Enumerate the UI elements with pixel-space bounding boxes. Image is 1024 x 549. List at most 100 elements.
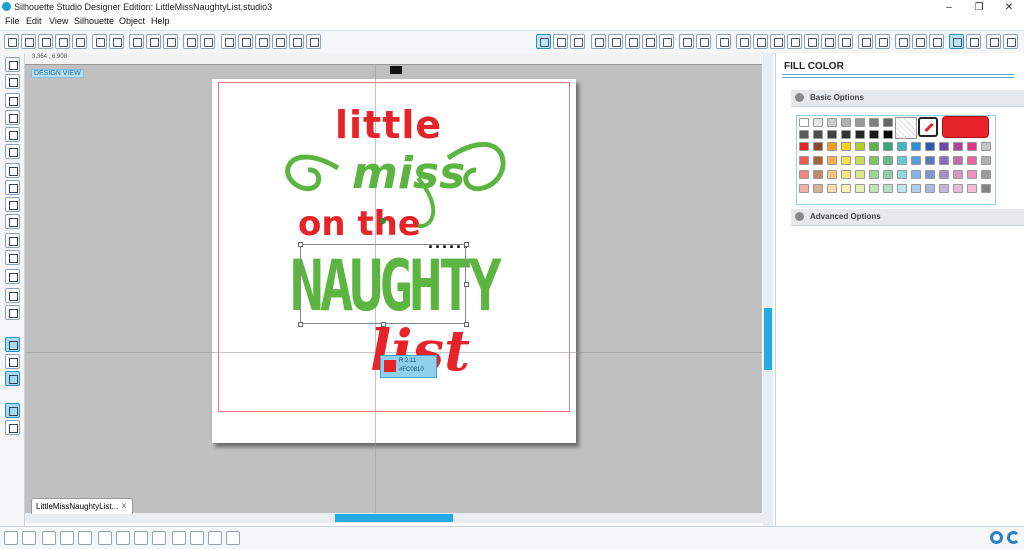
color-swatch[interactable] [869, 184, 879, 193]
smooth-freehand-icon[interactable] [5, 233, 20, 248]
zoom-select-icon[interactable] [272, 34, 287, 49]
ungroup-icon[interactable] [78, 531, 92, 545]
color-swatch[interactable] [911, 142, 921, 151]
rotate-handle[interactable] [380, 218, 386, 224]
color-picker-icon[interactable] [918, 117, 938, 137]
color-swatch[interactable] [953, 142, 963, 151]
color-swatch[interactable] [799, 142, 809, 151]
store-icon[interactable] [895, 34, 910, 49]
knife-icon[interactable] [1003, 34, 1018, 49]
color-swatch[interactable] [967, 184, 977, 193]
select-tool-icon[interactable] [5, 57, 20, 72]
settings-gear-icon[interactable] [990, 531, 1003, 544]
fit-to-page-icon[interactable] [306, 34, 321, 49]
menu-help[interactable]: Help [151, 16, 170, 26]
color-swatch[interactable] [841, 170, 851, 179]
send-to-back-icon[interactable] [152, 531, 166, 545]
color-swatch[interactable] [855, 118, 865, 127]
design-view-icon[interactable] [536, 34, 551, 49]
page-setup-icon[interactable] [553, 34, 568, 49]
color-swatch[interactable] [813, 156, 823, 165]
color-swatch[interactable] [911, 156, 921, 165]
print-icon[interactable] [92, 34, 107, 49]
align-icon[interactable] [696, 34, 711, 49]
color-swatch[interactable] [869, 118, 879, 127]
color-swatch[interactable] [883, 170, 893, 179]
color-swatch[interactable] [813, 184, 823, 193]
select-all-icon[interactable] [4, 531, 18, 545]
color-swatch[interactable] [827, 142, 837, 151]
grid-icon[interactable] [966, 34, 981, 49]
color-swatch[interactable] [967, 142, 977, 151]
color-swatch[interactable] [799, 130, 809, 139]
release-icon[interactable] [226, 531, 240, 545]
color-swatch[interactable] [869, 170, 879, 179]
color-swatch[interactable] [939, 184, 949, 193]
color-swatch[interactable] [827, 170, 837, 179]
color-swatch[interactable] [883, 184, 893, 193]
pan-icon[interactable] [221, 34, 236, 49]
paint-icon[interactable] [208, 531, 222, 545]
vertical-scroll-thumb[interactable] [764, 308, 772, 370]
color-swatch[interactable] [827, 118, 837, 127]
new-file-icon[interactable] [4, 34, 19, 49]
color-swatch[interactable] [981, 184, 991, 193]
registration-marks-icon[interactable] [570, 34, 585, 49]
resize-handle[interactable] [298, 322, 303, 327]
horizontal-scrollbar[interactable] [25, 513, 773, 523]
zoom-in-icon[interactable] [238, 34, 253, 49]
make-compound-icon[interactable] [98, 531, 112, 545]
color-swatch[interactable] [813, 118, 823, 127]
menu-file[interactable]: File [5, 16, 20, 26]
color-swatch[interactable] [827, 156, 837, 165]
regular-polygon-icon[interactable] [5, 250, 20, 265]
fill-pattern-icon[interactable] [625, 34, 640, 49]
cut-settings-icon[interactable] [929, 34, 944, 49]
color-swatch[interactable] [897, 142, 907, 151]
menu-object[interactable]: Object [119, 16, 145, 26]
horizontal-scroll-thumb[interactable] [335, 514, 453, 522]
library-folder-icon[interactable] [5, 354, 20, 369]
color-swatch[interactable] [841, 118, 851, 127]
eraser-icon[interactable] [986, 34, 1001, 49]
undo-icon[interactable] [183, 34, 198, 49]
color-swatch[interactable] [813, 142, 823, 151]
polygon-tool-icon[interactable] [5, 163, 20, 178]
color-swatch[interactable] [897, 170, 907, 179]
freehand-tool-icon[interactable] [5, 214, 20, 229]
close-tab-icon[interactable]: x [122, 501, 126, 510]
color-swatch[interactable] [981, 156, 991, 165]
line-tool-icon[interactable] [5, 93, 20, 108]
sketch-icon[interactable] [821, 34, 836, 49]
rectangle-tool-icon[interactable] [5, 110, 20, 125]
color-swatch[interactable] [799, 184, 809, 193]
shape-library-icon[interactable] [5, 337, 20, 352]
send-panel-icon[interactable] [912, 34, 927, 49]
duplicate-icon[interactable] [42, 531, 56, 545]
color-swatch[interactable] [869, 156, 879, 165]
rounded-rectangle-icon[interactable] [5, 127, 20, 142]
open-file-icon[interactable] [21, 34, 36, 49]
color-swatch[interactable] [869, 142, 879, 151]
group-icon[interactable] [60, 531, 74, 545]
color-swatch[interactable] [925, 184, 935, 193]
color-swatch[interactable] [939, 142, 949, 151]
resize-handle[interactable] [464, 282, 469, 287]
color-swatch[interactable] [841, 184, 851, 193]
menu-silhouette[interactable]: Silhouette [74, 16, 114, 26]
save-as-icon[interactable] [72, 34, 87, 49]
color-swatch[interactable] [855, 142, 865, 151]
color-swatch[interactable] [911, 170, 921, 179]
basic-options-header[interactable]: Basic Options [791, 90, 1024, 107]
offset-icon[interactable] [787, 34, 802, 49]
redo-icon[interactable] [200, 34, 215, 49]
color-swatch[interactable] [925, 170, 935, 179]
transparent-swatch[interactable] [895, 117, 917, 139]
resize-handle[interactable] [464, 322, 469, 327]
edit-points-icon[interactable] [5, 74, 20, 89]
online-store-icon[interactable] [5, 371, 20, 386]
drag-zoom-icon[interactable] [289, 34, 304, 49]
color-swatch[interactable] [799, 156, 809, 165]
menu-edit[interactable]: Edit [26, 16, 42, 26]
swirl-decoration[interactable] [268, 118, 518, 228]
